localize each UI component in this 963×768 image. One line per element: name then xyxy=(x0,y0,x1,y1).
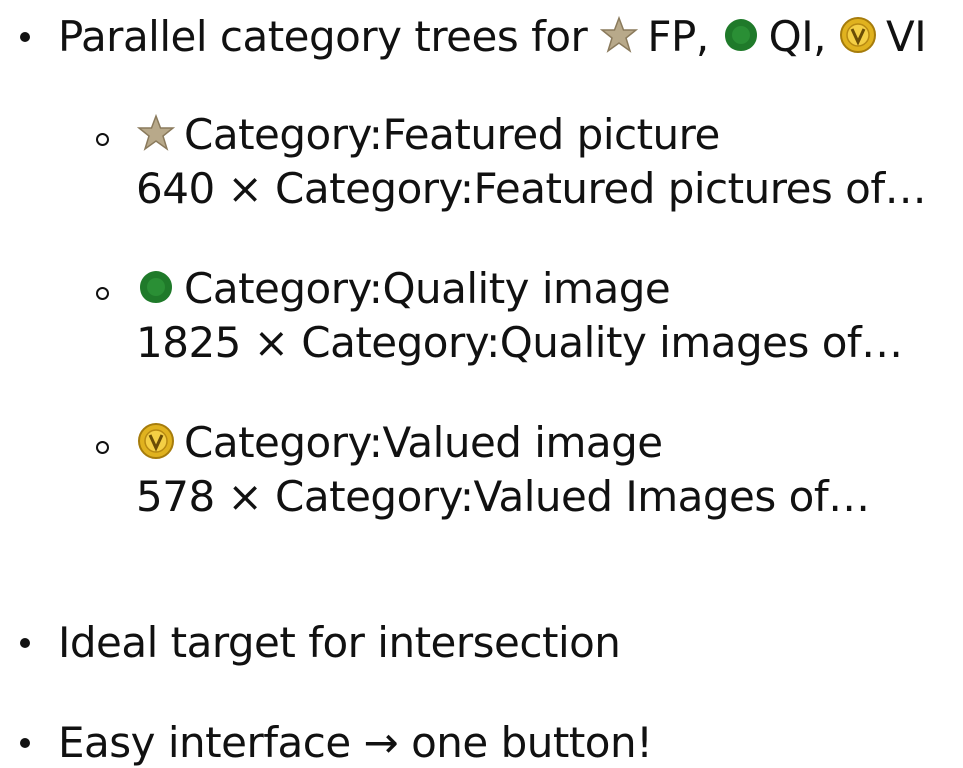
vi-label: VI xyxy=(885,12,927,61)
bullet-dot xyxy=(20,32,30,42)
bullet-easy-text: Easy interface → one button! xyxy=(58,718,653,767)
sub-item-valued-title: Category:Valued image xyxy=(136,416,663,470)
detail-quality: 1825 × Category:Quality images of… xyxy=(136,318,903,367)
bullet-dot xyxy=(20,738,30,748)
featured-star-icon xyxy=(599,15,639,55)
sub-item-quality-title: Category:Quality image xyxy=(136,262,671,316)
detail-valued: 578 × Category:Valued Images of… xyxy=(136,472,870,521)
category-valued: Category:Valued image xyxy=(184,418,663,467)
sub-bullet-circle xyxy=(96,287,109,300)
valued-medal-icon xyxy=(838,15,878,55)
sub-item-featured-title: Category:Featured picture xyxy=(136,108,720,162)
sub-bullet-circle xyxy=(96,441,109,454)
valued-medal-icon xyxy=(136,421,176,461)
quality-seal-icon xyxy=(721,15,761,55)
fp-label: FP, xyxy=(647,12,709,61)
category-quality: Category:Quality image xyxy=(184,264,671,313)
quality-seal-icon xyxy=(136,267,176,307)
sub-bullet-circle xyxy=(96,133,109,146)
category-featured: Category:Featured picture xyxy=(184,110,720,159)
featured-star-icon xyxy=(136,113,176,153)
bullet-intersection-text: Ideal target for intersection xyxy=(58,618,621,667)
bullet-dot xyxy=(20,638,30,648)
slide: Parallel category trees for FP, QI, VI C… xyxy=(0,0,963,767)
bullet-parallel-text: Parallel category trees for FP, QI, VI xyxy=(58,12,927,62)
detail-featured: 640 × Category:Featured pictures of… xyxy=(136,164,927,213)
parallel-prefix: Parallel category trees for xyxy=(58,12,588,61)
qi-label: QI, xyxy=(768,12,827,61)
